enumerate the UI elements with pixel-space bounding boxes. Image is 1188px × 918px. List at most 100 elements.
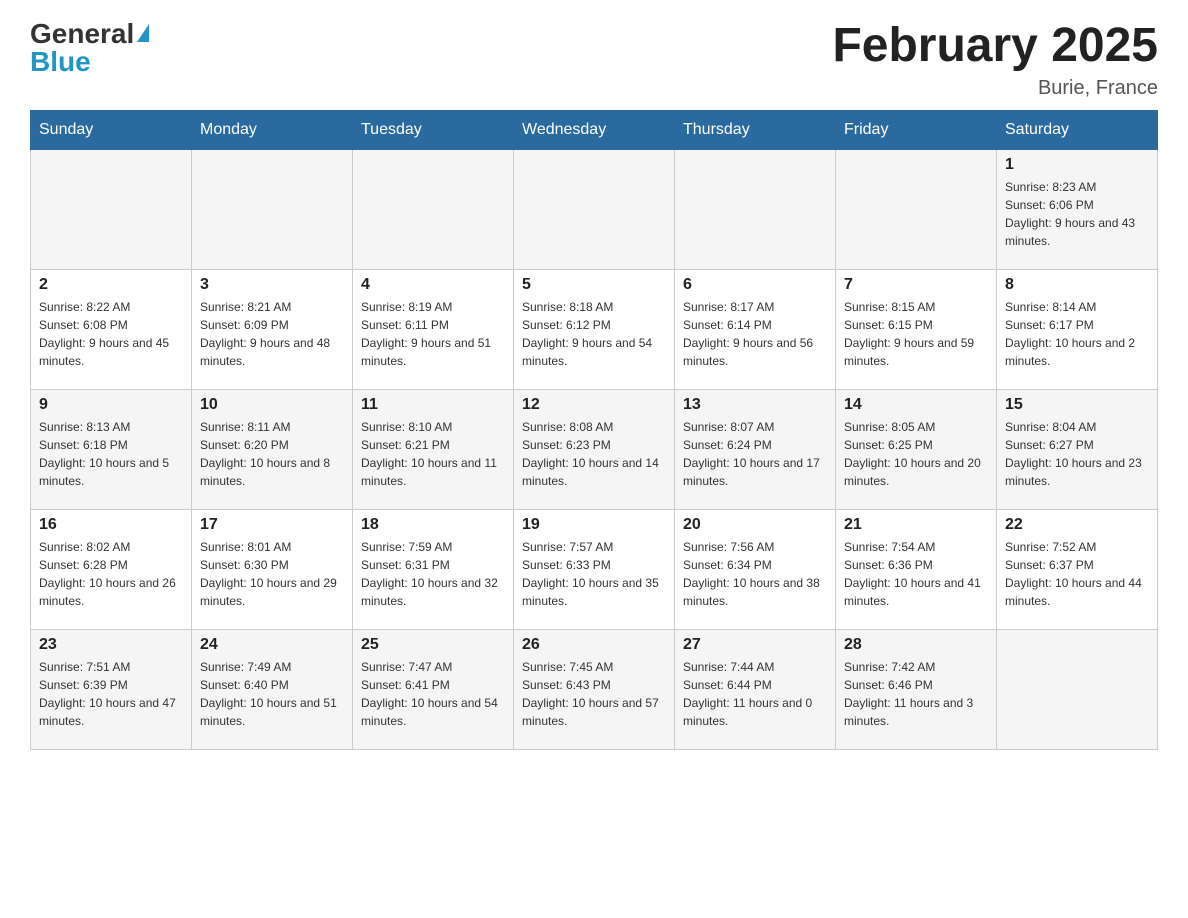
calendar-cell — [192, 149, 353, 269]
day-info: Sunrise: 8:21 AM Sunset: 6:09 PM Dayligh… — [200, 298, 344, 370]
calendar-week-row: 2Sunrise: 8:22 AM Sunset: 6:08 PM Daylig… — [31, 269, 1158, 389]
day-number: 27 — [683, 636, 827, 654]
calendar-cell: 11Sunrise: 8:10 AM Sunset: 6:21 PM Dayli… — [353, 389, 514, 509]
calendar-cell: 21 Sunrise: 7:54 AM Sunset: 6:36 PM Dayli… — [836, 509, 997, 629]
day-info: Sunrise: 8:01 AM Sunset: 6:30 PM Dayligh… — [200, 538, 344, 610]
title-block: February 2025 Burie, France — [832, 20, 1158, 100]
day-number: 16 — [39, 516, 183, 534]
calendar-cell: 23Sunrise: 7:51 AM Sunset: 6:39 PM Dayli… — [31, 629, 192, 749]
calendar-cell: 26 Sunrise: 7:45 AM Sunset: 6:43 PM Dayli… — [514, 629, 675, 749]
day-number: 7 — [844, 276, 988, 294]
header-monday: Monday — [192, 110, 353, 149]
calendar-cell: 28 Sunrise: 7:42 AM Sunset: 6:46 PM Dayli… — [836, 629, 997, 749]
day-info: Sunrise: 7:52 AM Sunset: 6:37 PM Dayligh… — [1005, 538, 1149, 610]
day-info: Sunrise: 7:56 AM Sunset: 6:34 PM Dayligh… — [683, 538, 827, 610]
day-info: Sunrise: 7:45 AM Sunset: 6:43 PM Dayligh… — [522, 658, 666, 730]
calendar-cell — [31, 149, 192, 269]
weekday-header-row: Sunday Monday Tuesday Wednesday Thursday… — [31, 110, 1158, 149]
day-info: Sunrise: 8:05 AM Sunset: 6:25 PM Dayligh… — [844, 418, 988, 490]
day-number: 23 — [39, 636, 183, 654]
day-number: 21 — [844, 516, 988, 534]
day-number: 22 — [1005, 516, 1149, 534]
calendar-cell — [353, 149, 514, 269]
calendar-cell — [997, 629, 1158, 749]
day-info: Sunrise: 8:18 AM Sunset: 6:12 PM Dayligh… — [522, 298, 666, 370]
day-number: 25 — [361, 636, 505, 654]
day-info: Sunrise: 8:17 AM Sunset: 6:14 PM Dayligh… — [683, 298, 827, 370]
day-info: Sunrise: 7:57 AM Sunset: 6:33 PM Dayligh… — [522, 538, 666, 610]
day-number: 5 — [522, 276, 666, 294]
day-number: 28 — [844, 636, 988, 654]
day-info: Sunrise: 7:44 AM Sunset: 6:44 PM Dayligh… — [683, 658, 827, 730]
day-info: Sunrise: 8:04 AM Sunset: 6:27 PM Dayligh… — [1005, 418, 1149, 490]
header-sunday: Sunday — [31, 110, 192, 149]
logo-blue-text: Blue — [30, 48, 149, 76]
calendar-cell: 18 Sunrise: 7:59 AM Sunset: 6:31 PM Dayli… — [353, 509, 514, 629]
calendar-cell: 9 Sunrise: 8:13 AM Sunset: 6:18 PM Daylig… — [31, 389, 192, 509]
calendar-cell — [514, 149, 675, 269]
calendar-cell: 15 Sunrise: 8:04 AM Sunset: 6:27 PM Dayli… — [997, 389, 1158, 509]
calendar-cell: 7 Sunrise: 8:15 AM Sunset: 6:15 PM Daylig… — [836, 269, 997, 389]
day-number: 1 — [1005, 156, 1149, 174]
day-number: 9 — [39, 396, 183, 414]
calendar-cell: 16 Sunrise: 8:02 AM Sunset: 6:28 PM Dayli… — [31, 509, 192, 629]
calendar-week-row: 16 Sunrise: 8:02 AM Sunset: 6:28 PM Dayli… — [31, 509, 1158, 629]
calendar-cell: 19 Sunrise: 7:57 AM Sunset: 6:33 PM Dayli… — [514, 509, 675, 629]
day-number: 26 — [522, 636, 666, 654]
day-number: 19 — [522, 516, 666, 534]
calendar-cell: 20 Sunrise: 7:56 AM Sunset: 6:34 PM Dayli… — [675, 509, 836, 629]
header-saturday: Saturday — [997, 110, 1158, 149]
day-info: Sunrise: 8:10 AM Sunset: 6:21 PM Dayligh… — [361, 418, 505, 490]
day-info: Sunrise: 7:54 AM Sunset: 6:36 PM Dayligh… — [844, 538, 988, 610]
day-number: 14 — [844, 396, 988, 414]
day-number: 4 — [361, 276, 505, 294]
calendar-cell: 17 Sunrise: 8:01 AM Sunset: 6:30 PM Dayli… — [192, 509, 353, 629]
day-info: Sunrise: 8:15 AM Sunset: 6:15 PM Dayligh… — [844, 298, 988, 370]
day-number: 18 — [361, 516, 505, 534]
day-number: 3 — [200, 276, 344, 294]
calendar-cell: 24 Sunrise: 7:49 AM Sunset: 6:40 PM Dayli… — [192, 629, 353, 749]
logo-general-text: General — [30, 20, 134, 48]
header-friday: Friday — [836, 110, 997, 149]
calendar-table: Sunday Monday Tuesday Wednesday Thursday… — [30, 110, 1158, 750]
day-info: Sunrise: 7:42 AM Sunset: 6:46 PM Dayligh… — [844, 658, 988, 730]
day-info: Sunrise: 8:14 AM Sunset: 6:17 PM Dayligh… — [1005, 298, 1149, 370]
calendar-cell: 1 Sunrise: 8:23 AM Sunset: 6:06 PM Daylig… — [997, 149, 1158, 269]
calendar-cell: 8 Sunrise: 8:14 AM Sunset: 6:17 PM Daylig… — [997, 269, 1158, 389]
day-info: Sunrise: 7:59 AM Sunset: 6:31 PM Dayligh… — [361, 538, 505, 610]
header-tuesday: Tuesday — [353, 110, 514, 149]
day-number: 13 — [683, 396, 827, 414]
day-info: Sunrise: 8:11 AM Sunset: 6:20 PM Dayligh… — [200, 418, 344, 490]
day-number: 8 — [1005, 276, 1149, 294]
day-number: 17 — [200, 516, 344, 534]
calendar-cell: 4 Sunrise: 8:19 AM Sunset: 6:11 PM Daylig… — [353, 269, 514, 389]
logo: General Blue — [30, 20, 149, 76]
day-info: Sunrise: 8:19 AM Sunset: 6:11 PM Dayligh… — [361, 298, 505, 370]
calendar-cell — [836, 149, 997, 269]
calendar-cell: 12Sunrise: 8:08 AM Sunset: 6:23 PM Dayli… — [514, 389, 675, 509]
calendar-cell: 6 Sunrise: 8:17 AM Sunset: 6:14 PM Daylig… — [675, 269, 836, 389]
page-header: General Blue February 2025 Burie, France — [30, 20, 1158, 100]
day-number: 24 — [200, 636, 344, 654]
day-number: 2 — [39, 276, 183, 294]
day-info: Sunrise: 8:07 AM Sunset: 6:24 PM Dayligh… — [683, 418, 827, 490]
day-number: 6 — [683, 276, 827, 294]
day-info: Sunrise: 7:47 AM Sunset: 6:41 PM Dayligh… — [361, 658, 505, 730]
calendar-title: February 2025 — [832, 20, 1158, 73]
calendar-cell: 10Sunrise: 8:11 AM Sunset: 6:20 PM Dayli… — [192, 389, 353, 509]
day-info: Sunrise: 8:02 AM Sunset: 6:28 PM Dayligh… — [39, 538, 183, 610]
day-info: Sunrise: 7:49 AM Sunset: 6:40 PM Dayligh… — [200, 658, 344, 730]
calendar-cell: 22 Sunrise: 7:52 AM Sunset: 6:37 PM Dayli… — [997, 509, 1158, 629]
day-info: Sunrise: 8:23 AM Sunset: 6:06 PM Dayligh… — [1005, 178, 1149, 250]
day-number: 20 — [683, 516, 827, 534]
header-thursday: Thursday — [675, 110, 836, 149]
calendar-cell: 25 Sunrise: 7:47 AM Sunset: 6:41 PM Dayli… — [353, 629, 514, 749]
calendar-cell: 3 Sunrise: 8:21 AM Sunset: 6:09 PM Daylig… — [192, 269, 353, 389]
day-info: Sunrise: 8:13 AM Sunset: 6:18 PM Dayligh… — [39, 418, 183, 490]
calendar-cell: 13 Sunrise: 8:07 AM Sunset: 6:24 PM Dayli… — [675, 389, 836, 509]
logo-triangle-icon — [137, 24, 149, 42]
calendar-week-row: 1 Sunrise: 8:23 AM Sunset: 6:06 PM Daylig… — [31, 149, 1158, 269]
calendar-cell: 5 Sunrise: 8:18 AM Sunset: 6:12 PM Daylig… — [514, 269, 675, 389]
day-info: Sunrise: 8:08 AM Sunset: 6:23 PM Dayligh… — [522, 418, 666, 490]
day-number: 15 — [1005, 396, 1149, 414]
